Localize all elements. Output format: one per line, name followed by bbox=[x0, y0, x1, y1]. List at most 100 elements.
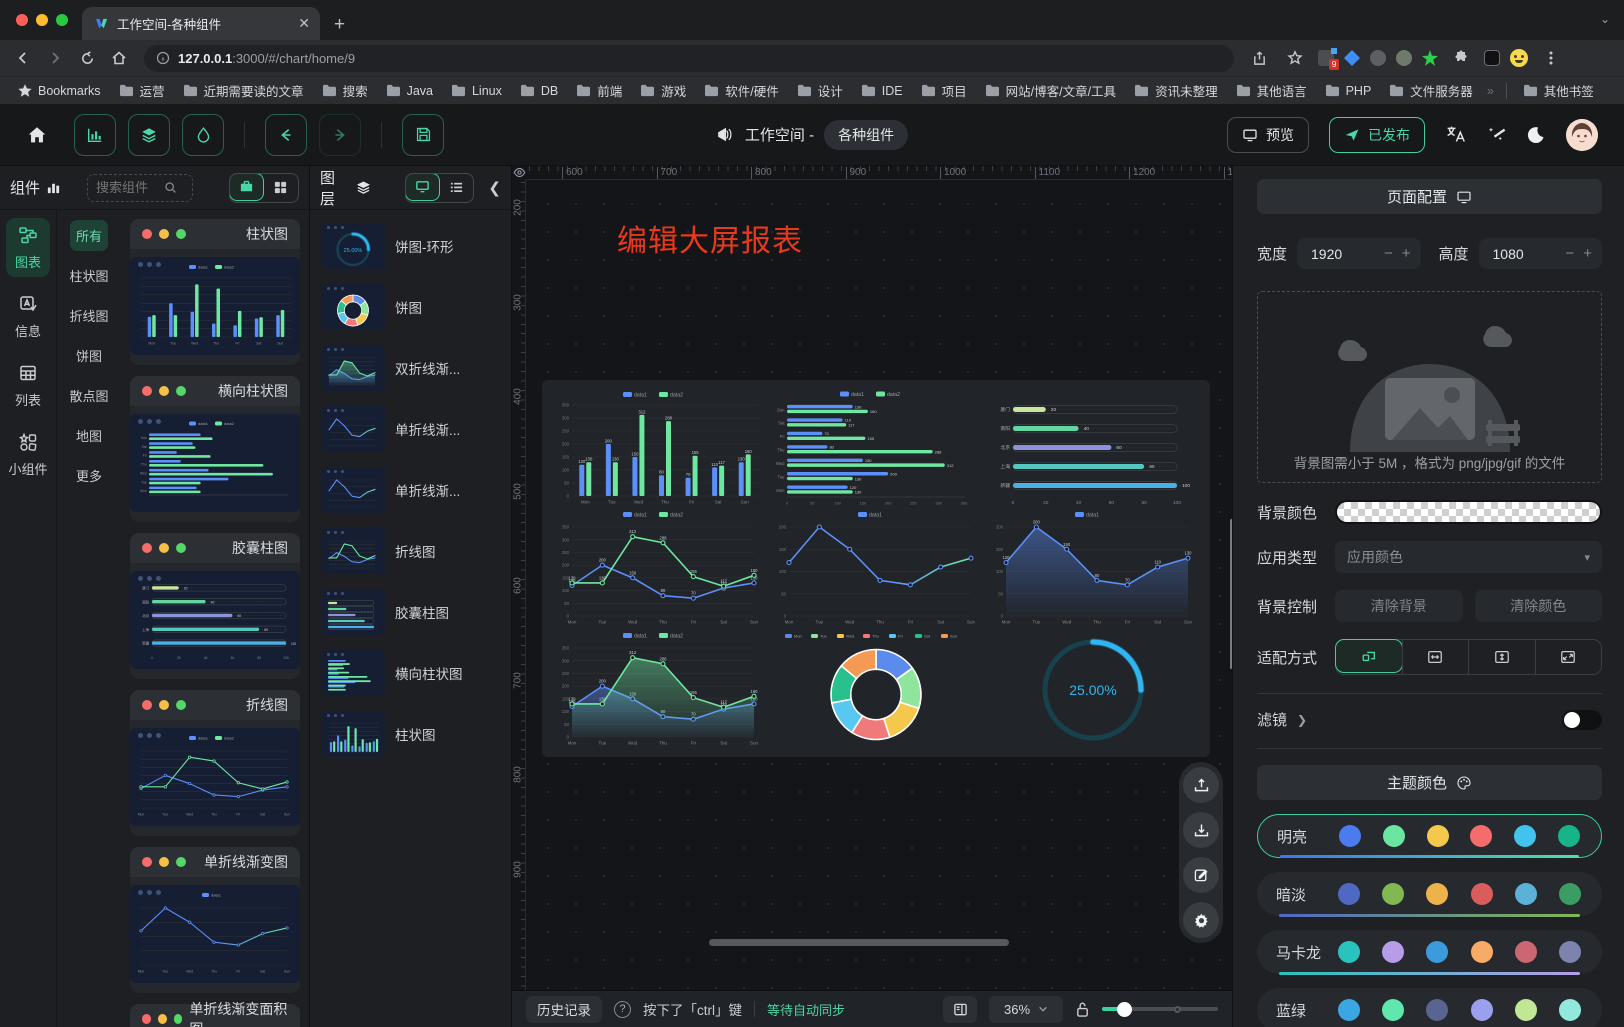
component-card-胶囊柱图[interactable]: 胶囊柱图 厦门20南阳40北京60上海80新疆100020406080100 bbox=[130, 533, 300, 679]
extension-star-icon[interactable] bbox=[1422, 50, 1438, 66]
component-card-折线图[interactable]: 折线图 data1data2MonTueWedThuFriSatSun bbox=[130, 690, 300, 836]
filter-tool-button[interactable] bbox=[182, 114, 224, 156]
user-avatar[interactable] bbox=[1566, 119, 1598, 151]
bookmark-folder[interactable]: 网站/博客/文章/工具 bbox=[977, 79, 1124, 102]
extension-dark-icon[interactable] bbox=[1484, 50, 1500, 66]
dashboard-chart-line2[interactable]: data1data2050100150200250300350120200150… bbox=[550, 508, 767, 628]
fit-height-button[interactable] bbox=[1468, 640, 1535, 674]
home-button[interactable] bbox=[106, 45, 132, 71]
rail-item-信息[interactable]: 信息 bbox=[6, 287, 50, 346]
settings-gear-icon[interactable] bbox=[1183, 902, 1219, 938]
canvas-vertical-scrollbar[interactable] bbox=[1230, 519, 1232, 669]
layers-tool-button[interactable] bbox=[128, 114, 170, 156]
height-input[interactable]: 1080 −+ bbox=[1479, 238, 1602, 269]
layer-item[interactable]: 胶囊柱图 bbox=[318, 586, 503, 638]
extensions-puzzle-icon[interactable] bbox=[1448, 45, 1474, 71]
bookmarks-overflow-chevron[interactable]: » bbox=[1483, 84, 1498, 98]
doc-name-badge[interactable]: 各种组件 bbox=[824, 120, 908, 150]
zoom-level-select[interactable]: 36% bbox=[989, 996, 1063, 1023]
dashboard-chart-donut[interactable]: MonTueWedThuFriSatSun bbox=[767, 629, 984, 749]
export-icon[interactable] bbox=[1183, 812, 1219, 848]
app-type-select[interactable]: 应用颜色 ▾ bbox=[1335, 541, 1602, 573]
history-button[interactable]: 历史记录 bbox=[526, 996, 602, 1023]
new-tab-button[interactable]: + bbox=[320, 14, 359, 40]
dashboard-chart-capsule[interactable]: 厦门20南阳40北京60上海80新疆100020406080100 bbox=[985, 388, 1202, 508]
layer-item[interactable]: 单折线渐... bbox=[318, 464, 503, 516]
filter-toggle[interactable] bbox=[1562, 710, 1602, 730]
bookmark-folder[interactable]: 运营 bbox=[111, 79, 173, 102]
publish-button[interactable]: 已发布 bbox=[1329, 117, 1425, 153]
theme-color-header[interactable]: 主题颜色 bbox=[1257, 765, 1602, 800]
component-card-单折线渐变图[interactable]: 单折线渐变图 data1MonTueWedThuFriSatSun bbox=[130, 847, 300, 993]
bookmark-folder[interactable]: 游戏 bbox=[632, 79, 694, 102]
dashboard-chart-line1[interactable]: data1050100150200MonTueWedThuFriSatSun bbox=[767, 508, 984, 628]
layer-item[interactable]: 单折线渐... bbox=[318, 403, 503, 455]
dashboard-chart-area2[interactable]: data1data2050100150200250300350120200150… bbox=[550, 629, 767, 749]
page-config-header[interactable]: 页面配置 bbox=[1257, 179, 1602, 214]
fit-width-button[interactable] bbox=[1402, 640, 1469, 674]
layer-item[interactable]: 横向柱状图 bbox=[318, 647, 503, 699]
tab-search-chevron-icon[interactable]: ⌄ bbox=[1600, 12, 1610, 26]
category-地图[interactable]: 地图 bbox=[70, 420, 108, 451]
category-散点图[interactable]: 散点图 bbox=[63, 380, 114, 411]
search-input[interactable] bbox=[96, 180, 160, 195]
collapse-panel-icon[interactable]: ❮ bbox=[488, 179, 501, 197]
category-更多[interactable]: 更多 bbox=[70, 460, 108, 491]
language-icon[interactable] bbox=[1445, 124, 1466, 145]
bookmark-folder[interactable]: DB bbox=[512, 82, 566, 100]
canvas-text-element[interactable]: 编辑大屏报表 bbox=[617, 216, 803, 260]
width-decrement[interactable]: − bbox=[1384, 245, 1393, 262]
share-icon[interactable] bbox=[1246, 45, 1272, 71]
bookmark-folder[interactable]: Linux bbox=[443, 82, 510, 100]
dashboard-chart-bar[interactable]: data1data2050100150200250300350120200150… bbox=[550, 388, 767, 508]
reload-button[interactable] bbox=[74, 45, 100, 71]
bookmarks-root[interactable]: Bookmarks bbox=[10, 82, 109, 100]
minimize-window-button[interactable] bbox=[36, 14, 48, 26]
preview-button[interactable]: 预览 bbox=[1227, 117, 1309, 153]
rail-item-图表[interactable]: 图表 bbox=[6, 218, 50, 277]
layer-list-view-button[interactable] bbox=[439, 174, 474, 202]
grid-view-button[interactable] bbox=[263, 174, 298, 202]
toolbox-view-button[interactable] bbox=[229, 173, 264, 201]
component-card-单折线渐变面积图[interactable]: 单折线渐变面积图 data1MonTueWedThuFriSatSun bbox=[130, 1004, 300, 1027]
component-card-横向柱状图[interactable]: 横向柱状图 data1data2MonTueWedThuFriSatSun bbox=[130, 376, 300, 522]
layer-item[interactable]: 双折线渐... bbox=[318, 342, 503, 394]
theme-row-蓝绿[interactable]: 蓝绿 bbox=[1257, 988, 1602, 1027]
bookmark-folder[interactable]: 近期需要读的文章 bbox=[175, 79, 312, 102]
width-input[interactable]: 1920 −+ bbox=[1297, 238, 1420, 269]
dashboard-chart-gauge[interactable]: 25.00% bbox=[985, 629, 1202, 749]
profile-avatar[interactable] bbox=[1510, 49, 1528, 67]
zoom-lock-icon[interactable] bbox=[1075, 1001, 1090, 1018]
back-button[interactable] bbox=[10, 45, 36, 71]
fit-scale-button[interactable] bbox=[1335, 639, 1403, 673]
import-icon[interactable] bbox=[1183, 767, 1219, 803]
undo-button[interactable] bbox=[265, 114, 307, 156]
category-折线图[interactable]: 折线图 bbox=[63, 300, 114, 331]
forward-button[interactable] bbox=[42, 45, 68, 71]
extension-green-circle-icon[interactable] bbox=[1396, 50, 1412, 66]
browser-menu-icon[interactable] bbox=[1538, 45, 1564, 71]
layer-item[interactable]: 折线图 bbox=[318, 525, 503, 577]
extension-tampermonkey-icon[interactable]: 9 bbox=[1318, 50, 1334, 66]
chevron-right-icon[interactable]: ❯ bbox=[1297, 713, 1307, 727]
theme-row-暗淡[interactable]: 暗淡 bbox=[1257, 872, 1602, 916]
bookmark-folder[interactable]: IDE bbox=[853, 82, 911, 100]
zoom-slider[interactable] bbox=[1102, 1007, 1218, 1011]
address-bar[interactable]: 127.0.0.1:3000/#/chart/home/9 bbox=[144, 45, 1234, 72]
redo-button[interactable] bbox=[319, 114, 361, 156]
zoom-slider-knob[interactable] bbox=[1117, 1002, 1132, 1017]
help-icon[interactable]: ? bbox=[614, 1001, 631, 1018]
other-bookmarks[interactable]: 其他书签 bbox=[1515, 79, 1602, 102]
bookmark-folder[interactable]: Java bbox=[378, 82, 441, 100]
bookmark-folder[interactable]: 项目 bbox=[913, 79, 975, 102]
dark-mode-moon-icon[interactable] bbox=[1526, 125, 1546, 145]
dashboard-chart-hbar[interactable]: data1data2Mon120130Tue200130Wed150312Thu… bbox=[767, 388, 984, 508]
bookmark-folder[interactable]: 资讯未整理 bbox=[1126, 79, 1226, 102]
canvas-grid[interactable]: 编辑大屏报表 data1data205010015020025030035012… bbox=[526, 180, 1232, 990]
height-decrement[interactable]: − bbox=[1565, 245, 1574, 262]
bookmark-folder[interactable]: 前端 bbox=[568, 79, 630, 102]
ruler-eye-icon[interactable] bbox=[513, 166, 526, 184]
component-card-柱状图[interactable]: 柱状图 data1data2MonTueWedThuFriSatSun bbox=[130, 219, 300, 365]
bookmark-folder[interactable]: 文件服务器 bbox=[1381, 79, 1481, 102]
extension-kite-icon[interactable] bbox=[1344, 50, 1360, 66]
